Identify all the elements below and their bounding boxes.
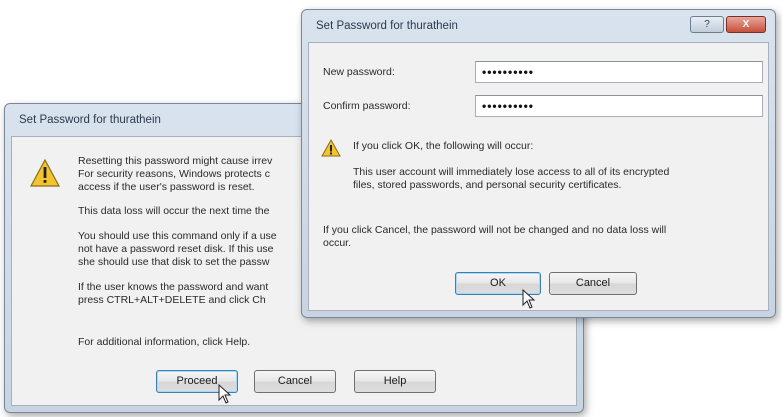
back-text-line-6: not have a password reset disk. If this … [78, 243, 274, 255]
mouse-pointer-icon [522, 289, 536, 309]
back-text-line-9: press CTRL+ALT+DELETE and click Ch [78, 294, 266, 306]
cancel-note-line-1: If you click Cancel, the password will n… [323, 224, 667, 236]
back-text-line-1: Resetting this password might cause irre… [78, 155, 273, 167]
back-text-line-8: If the user knows the password and want [78, 281, 269, 293]
front-dialog-title: Set Password for thurathein [316, 20, 458, 32]
new-password-field[interactable] [475, 61, 763, 83]
caption-buttons: ? X [690, 16, 768, 33]
back-text-line-7: she should use that disk to set the pass… [78, 256, 270, 268]
consequence-line-2: files, stored passwords, and personal se… [353, 179, 622, 191]
cancel-note-line-2: occur. [323, 237, 352, 249]
confirm-password-field[interactable] [475, 95, 763, 117]
front-dialog-titlebar[interactable]: Set Password for thurathein ? X [302, 10, 775, 42]
ok-warning-text: If you click OK, the following will occu… [353, 140, 534, 152]
back-text-line-2: For security reasons, Windows protects c [78, 168, 270, 180]
back-text-line-10: For additional information, click Help. [78, 336, 251, 348]
cancel-button[interactable]: Cancel [549, 272, 637, 295]
back-cancel-button[interactable]: Cancel [254, 370, 336, 393]
back-text-line-3: access if the user's password is reset. [78, 181, 255, 193]
help-button[interactable]: Help [354, 370, 436, 393]
new-password-label: New password: [323, 66, 395, 78]
back-text-line-5: You should use this command only if a us… [78, 230, 277, 242]
back-text-line-4: This data loss will occur the next time … [78, 205, 270, 217]
help-caption-button[interactable]: ? [690, 16, 724, 33]
back-dialog-title: Set Password for thurathein [19, 114, 161, 126]
warning-icon [30, 159, 60, 187]
front-dialog: Set Password for thurathein ? X New pass… [301, 9, 776, 318]
confirm-password-label: Confirm password: [323, 100, 411, 112]
mouse-pointer-icon [218, 384, 232, 404]
front-dialog-client: New password: Confirm password: If you c… [308, 42, 769, 311]
consequence-line-1: This user account will immediately lose … [353, 166, 670, 178]
close-button[interactable]: X [726, 16, 766, 33]
warning-icon [321, 139, 341, 157]
